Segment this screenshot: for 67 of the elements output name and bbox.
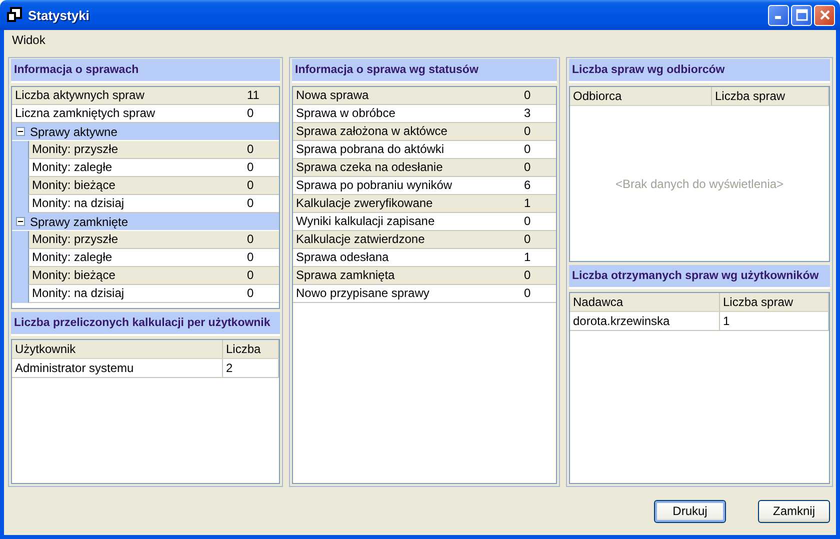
table-cell: 0 [518, 231, 556, 249]
table-cell: 0 [241, 231, 279, 249]
group-label: Sprawy aktywne [30, 124, 118, 138]
collapse-icon[interactable] [16, 217, 25, 226]
panel-title: Liczba otrzymanych spraw wg użytkowników [569, 265, 830, 289]
table-cell: 1 [518, 195, 556, 213]
table-cell: 0 [518, 87, 556, 105]
app-icon [6, 7, 22, 23]
table-cell: 0 [241, 249, 279, 267]
close-button[interactable]: Zamknij [758, 500, 830, 522]
table-cell: Nowa sprawa [293, 87, 518, 105]
maximize-icon [796, 9, 808, 21]
menu-item[interactable]: Widok [10, 32, 48, 48]
table-cell: Administrator systemu [12, 359, 223, 378]
table-cell: Sprawa założona w aktówce [293, 123, 518, 141]
table-cell: Liczba aktywnych spraw [12, 87, 241, 105]
close-button[interactable] [814, 4, 835, 26]
table-cell: 0 [241, 195, 279, 213]
column-header[interactable]: Odbiorca [570, 87, 712, 106]
table-cell: 0 [241, 159, 279, 177]
table-cell: Sprawa pobrana do aktówki [293, 141, 518, 159]
table-cell: Monity: przyszłe [28, 141, 241, 159]
panel-title: Liczba spraw wg odbiorców [569, 59, 830, 83]
maximize-button[interactable] [791, 4, 812, 26]
panel-title: Informacja o sprawa wg statusów [292, 59, 557, 83]
table-cell: dorota.krzewinska [570, 312, 720, 331]
close-icon [818, 9, 830, 21]
empty-message: <Brak danych do wyświetlenia> [615, 176, 784, 190]
table-cell: Monity: na dzisiaj [28, 285, 241, 303]
table-cell: Sprawa zamknięta [293, 267, 518, 285]
table-cell: Liczna zamkniętych spraw [12, 105, 241, 123]
collapse-icon[interactable] [16, 127, 25, 136]
column-header[interactable]: Liczba spraw [712, 87, 829, 106]
column-header[interactable]: Liczba spraw [720, 293, 829, 312]
table-cell: 1 [720, 312, 829, 331]
table-cell: 0 [241, 285, 279, 303]
table-cell: Monity: bieżące [28, 177, 241, 195]
table-cell: Kalkulacje zatwierdzone [293, 231, 518, 249]
minimize-button[interactable] [768, 4, 789, 26]
panel-title: Informacja o sprawach [11, 59, 280, 83]
table-cell: Sprawa odesłana [293, 249, 518, 267]
table-cell: 0 [518, 159, 556, 177]
table-cell: Kalkulacje zweryfikowane [293, 195, 518, 213]
column-header[interactable]: Użytkownik [12, 340, 223, 359]
table-cell: Monity: zaległe [28, 249, 241, 267]
print-button[interactable]: Drukuj [654, 500, 726, 522]
table-cell: 0 [241, 267, 279, 285]
table-cell: Monity: zaległe [28, 159, 241, 177]
table-cell: 0 [518, 267, 556, 285]
table-cell: 2 [223, 359, 279, 378]
table-cell: 0 [241, 177, 279, 195]
table-cell: Monity: przyszłe [28, 231, 241, 249]
table-cell: Monity: na dzisiaj [28, 195, 241, 213]
group-label: Sprawy zamknięte [30, 214, 128, 228]
table-cell: Wyniki kalkulacji zapisane [293, 213, 518, 231]
table-cell: 0 [518, 123, 556, 141]
table-cell: Monity: bieżące [28, 267, 241, 285]
table-cell: 11 [241, 87, 279, 105]
table-cell: 0 [241, 141, 279, 159]
table-cell: Sprawa czeka na odesłanie [293, 159, 518, 177]
column-header[interactable]: Nadawca [570, 293, 720, 312]
table-cell: Sprawa po pobraniu wyników [293, 177, 518, 195]
table-cell: Nowo przypisane sprawy [293, 285, 518, 303]
column-header[interactable]: Liczba [223, 340, 279, 359]
table-cell: Sprawa w obróbce [293, 105, 518, 123]
window-title: Statystyki [28, 8, 90, 22]
panel-title: Liczba przeliczonych kalkulacji per użytkownik [11, 312, 280, 336]
